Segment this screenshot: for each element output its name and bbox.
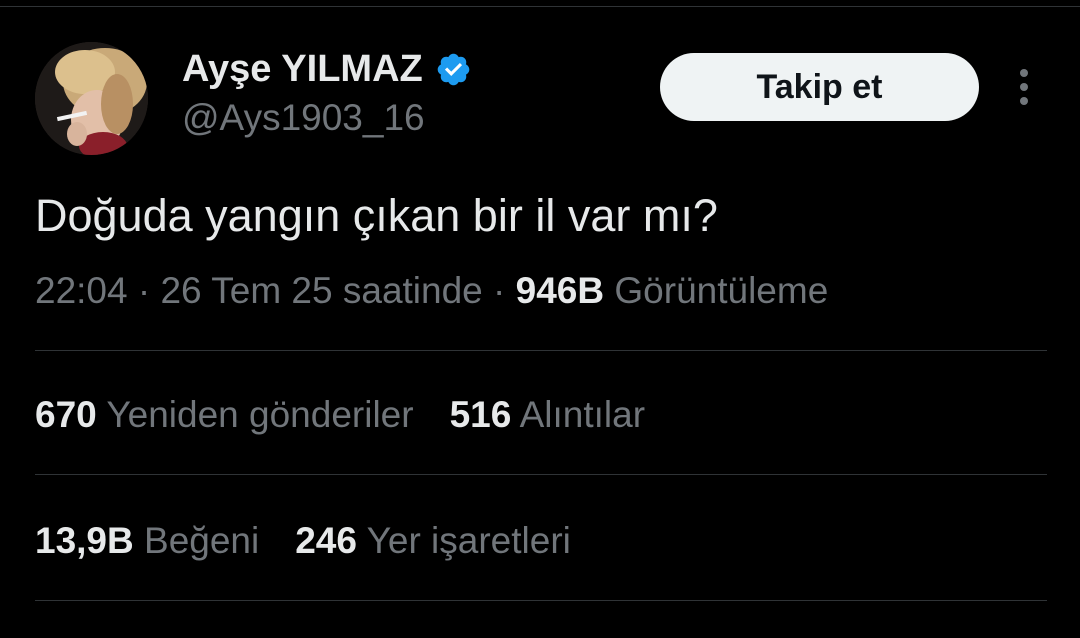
avatar[interactable] [35,42,148,155]
user-name-row: Ayşe YILMAZ [182,47,472,91]
more-dot [1020,83,1028,91]
more-vertical-icon[interactable] [1008,66,1040,108]
likes-label: Beğeni [144,520,260,561]
reposts-label: Yeniden gönderiler [106,394,414,435]
quotes-count: 516 [449,394,512,435]
divider [35,474,1047,475]
user-handle[interactable]: @Ays1903_16 [182,97,425,139]
views-count: 946B [515,270,605,311]
stats-row-shares: 670 Yeniden gönderiler 516 Alıntılar [35,394,681,436]
stats-row-reactions: 13,9B Beğeni 246 Yer işaretleri [35,520,607,562]
divider [35,350,1047,351]
reposts-stat[interactable]: 670 Yeniden gönderiler [35,394,414,436]
top-divider [0,6,1080,7]
bookmarks-stat[interactable]: 246 Yer işaretleri [295,520,571,562]
tweet-date[interactable]: 26 Tem 25 saatinde [160,270,482,311]
quotes-label: Alıntılar [519,394,646,435]
views-label: Görüntüleme [604,270,829,311]
follow-button[interactable]: Takip et [660,53,979,121]
bookmarks-count: 246 [295,520,357,561]
reposts-count: 670 [35,394,97,435]
tweet-time[interactable]: 22:04 [35,270,128,311]
more-dot [1020,69,1028,77]
likes-count: 13,9B [35,520,134,561]
verified-badge-icon [437,53,470,85]
divider [35,600,1047,601]
avatar-photo [35,42,148,155]
bookmarks-label: Yer işaretleri [366,520,571,561]
display-name[interactable]: Ayşe YILMAZ [182,48,423,91]
tweet-meta: 22:04 · 26 Tem 25 saatinde · 946B Görünt… [35,270,828,312]
likes-stat[interactable]: 13,9B Beğeni [35,520,259,562]
quotes-stat[interactable]: 516 Alıntılar [450,394,645,436]
tweet-text: Doğuda yangın çıkan bir il var mı? [35,190,718,241]
more-dot [1020,97,1028,105]
meta-separator: · [127,270,161,311]
meta-separator: · [482,270,516,311]
